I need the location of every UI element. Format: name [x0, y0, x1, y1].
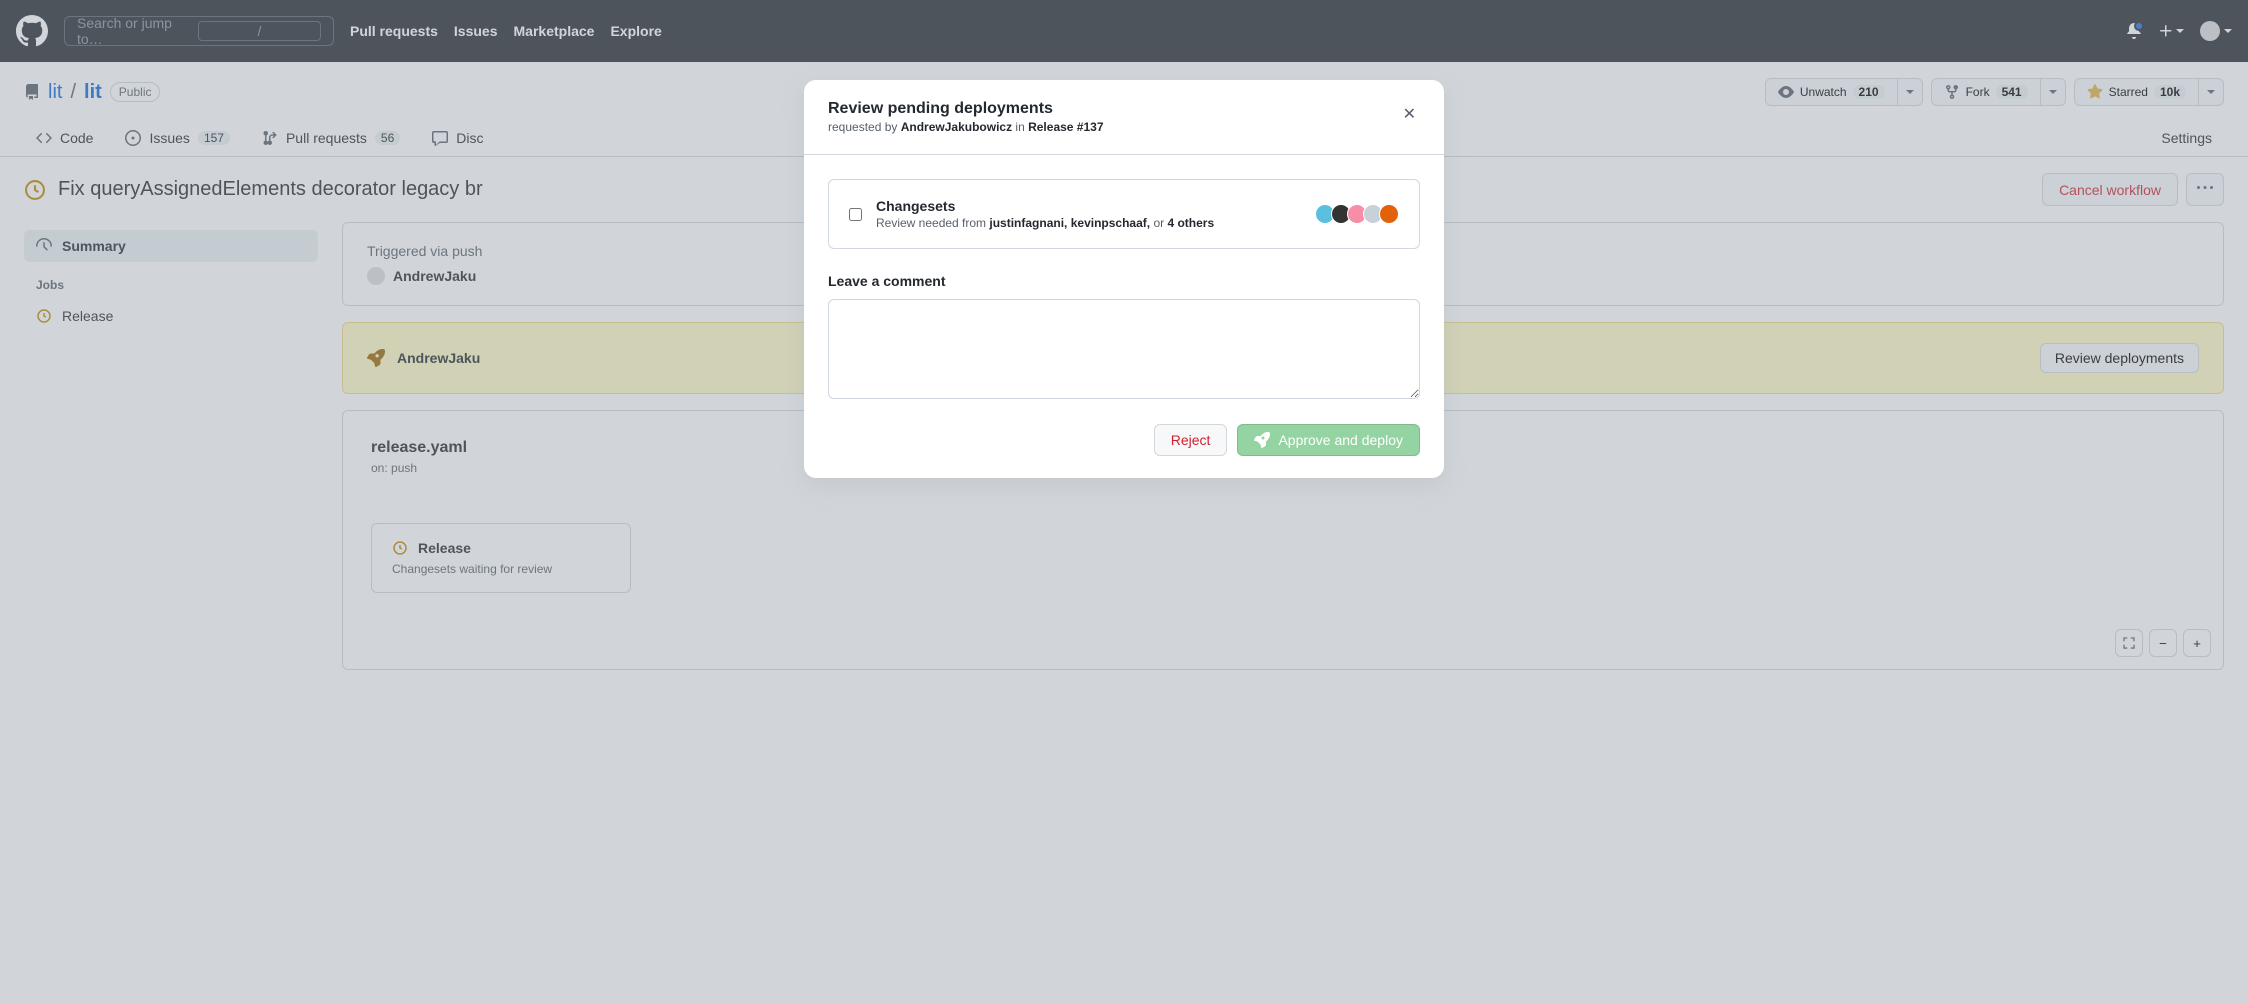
environment-checkbox[interactable]: [849, 208, 862, 221]
reject-button[interactable]: Reject: [1154, 424, 1228, 456]
comment-label: Leave a comment: [828, 273, 1420, 289]
modal-subtitle: requested by AndrewJakubowicz in Release…: [828, 120, 1104, 134]
environment-reviewers: Review needed from justinfagnani, kevinp…: [876, 216, 1305, 230]
reviewer-avatars: [1319, 204, 1399, 224]
approve-button[interactable]: Approve and deploy: [1237, 424, 1420, 456]
environment-name: Changesets: [876, 198, 1305, 214]
comment-textarea[interactable]: [828, 299, 1420, 399]
close-icon: ✕: [1403, 104, 1416, 124]
close-button[interactable]: ✕: [1399, 100, 1420, 128]
modal-overlay[interactable]: Review pending deployments requested by …: [0, 0, 2248, 1004]
review-modal: Review pending deployments requested by …: [804, 80, 1444, 478]
approve-label: Approve and deploy: [1278, 432, 1403, 448]
rocket-icon: [1254, 432, 1270, 448]
avatar-icon: [1379, 204, 1399, 224]
modal-title: Review pending deployments: [828, 100, 1104, 118]
environment-item: Changesets Review needed from justinfagn…: [828, 179, 1420, 249]
